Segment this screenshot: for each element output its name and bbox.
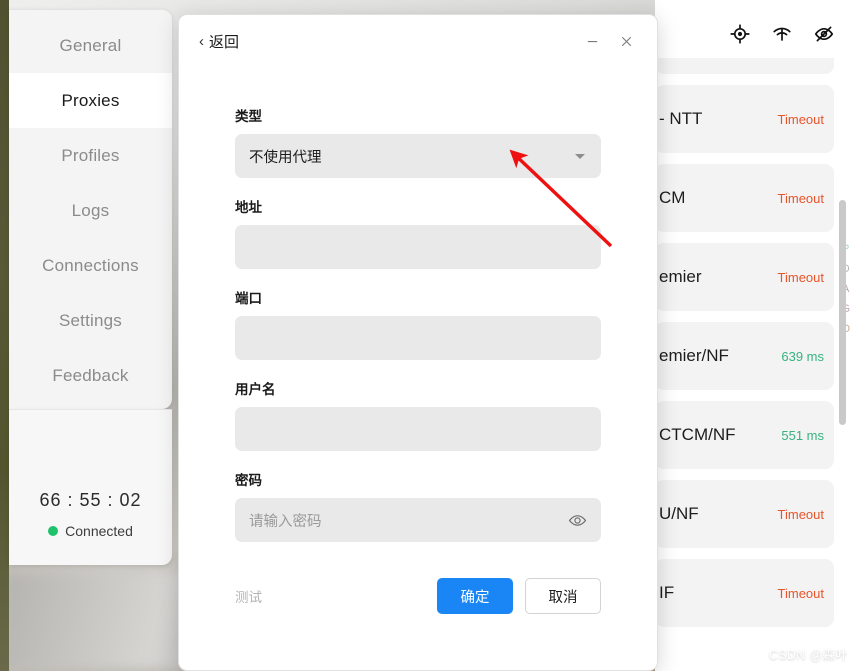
list-item[interactable]: CTCM/NF 551 ms [655,401,834,469]
proxy-name: - NTT [659,109,703,128]
proxy-name: emier/NF [659,346,729,365]
field-port: 端口 [235,287,601,360]
chevron-left-icon: ‹ [199,32,204,50]
proxy-latency: 551 ms [781,427,824,443]
list-item[interactable]: emier Timeout [655,243,834,311]
proxy-name: IF [659,583,675,602]
field-username: 用户名 [235,378,601,451]
background-left-edge [0,0,9,671]
sidebar-item-settings[interactable]: Settings [9,293,172,348]
eye-icon[interactable] [568,511,587,530]
status-dot-icon [48,526,59,536]
test-button[interactable]: 测试 [235,586,262,606]
proxy-latency: Timeout [777,111,824,127]
connection-status-panel: 66 : 55 : 02 Connected [9,409,172,565]
list-item[interactable]: - NTT Timeout [655,85,834,153]
confirm-button[interactable]: 确定 [437,578,513,614]
session-timer: 66 : 55 : 02 [39,490,142,510]
field-type: 类型 不使用代理 [235,105,601,178]
sidebar-item-general[interactable]: General [9,18,172,73]
sidebar-item-connections[interactable]: Connections [9,238,172,293]
field-label-address: 地址 [235,200,262,215]
proxy-latency: Timeout [777,269,824,285]
dialog-body: 类型 不使用代理 地址 端口 用户名 密码 请输入密码 [179,67,657,542]
proxy-latency: Timeout [777,506,824,522]
sidebar-item-proxies[interactable]: Proxies [9,73,172,128]
cancel-button[interactable]: 取消 [525,578,601,614]
dialog-footer: 测试 确定 取消 [179,560,657,614]
proxy-type-select[interactable]: 不使用代理 [235,134,601,178]
list-item[interactable]: U/NF Timeout [655,480,834,548]
watermark: CSDN @森叶 [769,648,848,662]
proxy-name: CM [659,188,686,207]
sidebar-item-logs[interactable]: Logs [9,183,172,238]
back-button[interactable]: ‹ 返回 [199,31,239,52]
password-input[interactable]: 请输入密码 [235,498,601,542]
list-item[interactable]: emier/NF 639 ms [655,322,834,390]
proxy-list[interactable]: - NTT Timeout CM Timeout emier Timeout e… [655,58,856,627]
field-label-port: 端口 [235,291,262,306]
field-label-username: 用户名 [235,382,276,397]
username-input[interactable] [235,407,601,451]
dialog-titlebar: ‹ 返回 [179,15,657,67]
list-item[interactable]: IF Timeout [655,559,834,627]
eye-off-icon[interactable] [814,24,834,44]
scrollbar-thumb[interactable] [839,200,846,425]
proxy-name: CTCM/NF [659,425,736,444]
field-address: 地址 [235,196,601,269]
port-input[interactable] [235,316,601,360]
list-item[interactable]: CM Timeout [655,164,834,232]
proxy-latency: Timeout [777,190,824,206]
status-badge: Connected [48,523,133,539]
proxy-latency: 639 ms [781,348,824,364]
proxy-name: emier [659,267,702,286]
proxy-name: U/NF [659,504,699,523]
sidebar-item-profiles[interactable]: Profiles [9,128,172,183]
proxy-type-value: 不使用代理 [249,149,322,166]
app-root: - NTT Timeout CM Timeout emier Timeout e… [0,0,856,671]
sidebar: General Proxies Profiles Logs Connection… [9,9,172,409]
minimize-button[interactable] [575,26,609,56]
proxy-config-dialog: ‹ 返回 类型 不使用代理 地址 端口 用户名 密码 请输入密码 测试 确定 取… [178,14,658,671]
proxy-panel: - NTT Timeout CM Timeout emier Timeout e… [655,0,856,671]
sidebar-item-feedback[interactable]: Feedback [9,348,172,403]
address-input[interactable] [235,225,601,269]
field-password: 密码 请输入密码 [235,469,601,542]
chevron-down-icon [575,153,585,159]
target-icon[interactable] [730,24,750,44]
password-input-placeholder: 请输入密码 [249,513,322,530]
status-label: Connected [65,523,133,539]
back-button-label: 返回 [209,33,240,51]
panel-toolbar [730,24,834,44]
close-button[interactable] [609,26,643,56]
list-item[interactable] [655,58,834,74]
wifi-icon[interactable] [772,24,792,44]
proxy-latency: Timeout [777,585,824,601]
field-label-password: 密码 [235,473,262,488]
scrollbar[interactable] [839,200,846,425]
field-label-type: 类型 [235,109,262,124]
